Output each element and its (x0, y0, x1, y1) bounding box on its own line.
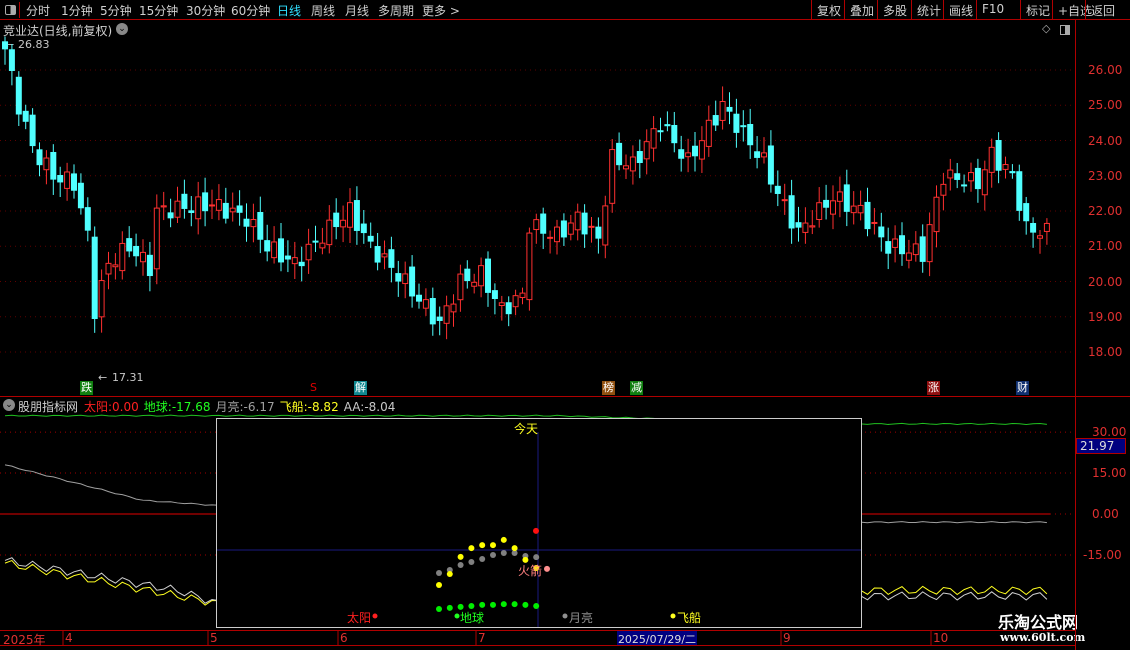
overlay-plot (217, 432, 861, 627)
overlay-dot-yellow (436, 581, 442, 588)
legend-dot (372, 613, 378, 619)
overlay-dot-green (522, 601, 529, 608)
time-label: 7 (478, 631, 486, 645)
overlay-dot-gray (533, 554, 540, 561)
time-label: 6 (340, 631, 348, 645)
legend-dot (670, 613, 676, 619)
overlay-legend-item: 飞船 (677, 611, 702, 625)
overlay-dot-gray (500, 550, 507, 557)
overlay-dot-yellow (446, 571, 453, 578)
overlay-dot-green (511, 601, 518, 608)
overlay-legend-item: 月亮 (569, 611, 594, 625)
watermark-title: 乐淘公式网 (998, 613, 1079, 632)
time-label: 2025年 (3, 633, 46, 647)
overlay-legend-item: 地球 (460, 611, 485, 625)
today-label: 今天 (514, 422, 539, 436)
overlay-legend-item: 太阳 (347, 611, 372, 625)
overlay-dot-yellow (457, 553, 464, 560)
overlay-dot-green (500, 601, 507, 608)
time-label: 9 (783, 631, 791, 645)
overlay-dot-green (446, 604, 453, 611)
overlay-dot-yellow (468, 545, 475, 552)
rocket-label: 火箭 (518, 564, 543, 578)
watermark-url: www.60lt.com (1000, 631, 1086, 644)
overlay-dot-gray (436, 569, 442, 576)
overlay-dot-gray (479, 556, 486, 563)
legend-dot (454, 613, 460, 619)
time-label: 5 (210, 631, 218, 645)
overlay-dot-yellow (511, 545, 518, 552)
overlay-dot-gray (457, 562, 464, 569)
overlay-dot-green (490, 601, 496, 608)
overlay-dot-yellow (490, 542, 496, 549)
overlay-dot-yellow (500, 536, 507, 543)
overlay-dot-gray (468, 559, 475, 566)
sun-dot (533, 527, 539, 534)
overlay-dot-green (479, 601, 486, 608)
legend-dot (562, 613, 568, 619)
overlay-dot-gray (490, 551, 496, 558)
rocket-dot (544, 565, 550, 572)
time-label: 4 (65, 631, 73, 645)
time-label: 10 (933, 631, 949, 645)
cursor-date: 2025/07/29/二 (617, 631, 697, 646)
overlay-dot-green (533, 603, 540, 610)
overlay-dot-yellow (479, 542, 486, 549)
overlay-dot-green (436, 606, 442, 613)
